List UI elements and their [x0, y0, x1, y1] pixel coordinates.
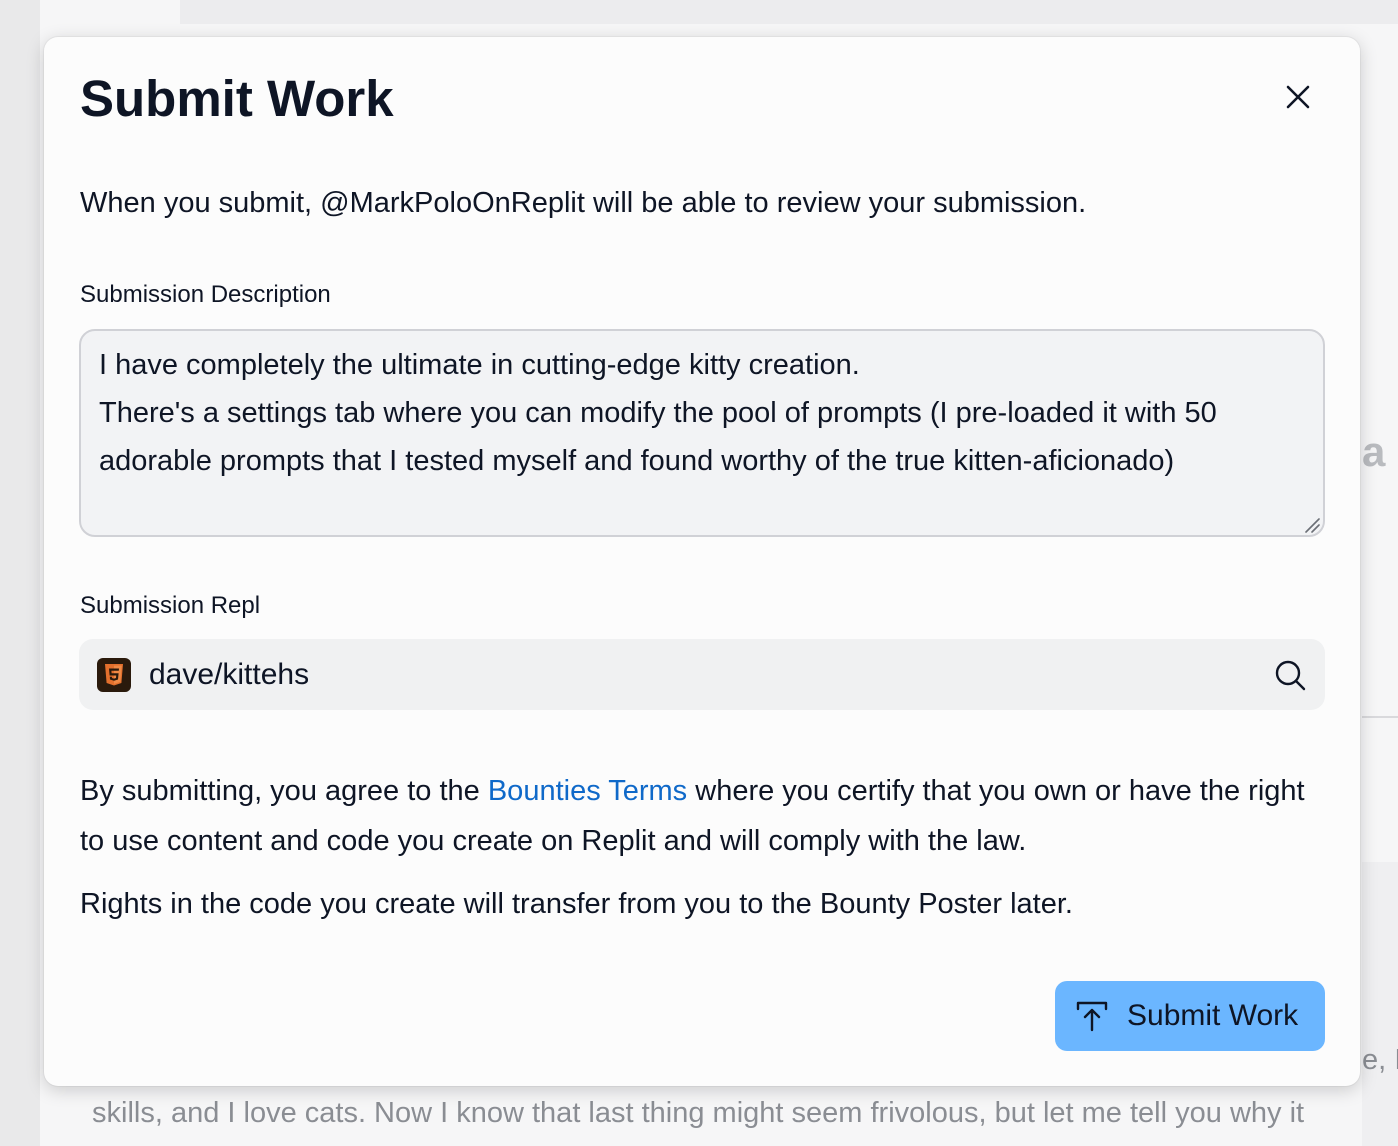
description-label: Submission Description [80, 281, 331, 308]
upload-icon [1076, 1001, 1108, 1032]
repl-value: dave/kittehs [149, 658, 310, 691]
html5-icon [97, 658, 131, 692]
close-button[interactable] [1276, 75, 1320, 119]
search-icon[interactable] [1273, 658, 1307, 692]
bounties-terms-link[interactable]: Bounties Terms [488, 775, 687, 807]
background-body-text: skills, and I love cats. Now I know that… [92, 1097, 1305, 1129]
background-text-fragment: e, I [1362, 1044, 1398, 1076]
terms-prefix: By submitting, you agree to the [80, 775, 488, 807]
submit-work-label: Submit Work [1127, 999, 1299, 1032]
terms-text: By submitting, you agree to the Bounties… [80, 766, 1330, 866]
rights-text: Rights in the code you create will trans… [80, 888, 1073, 920]
background-divider [1362, 716, 1398, 718]
dialog-title: Submit Work [80, 70, 394, 127]
dialog-intro-text: When you submit, @MarkPoloOnReplit will … [80, 187, 1087, 219]
background-heading-fragment: a ( [1362, 428, 1398, 475]
submit-work-dialog: Submit Work When you submit, @MarkPoloOn… [44, 37, 1360, 1086]
resize-handle-icon[interactable] [1304, 517, 1320, 533]
repl-label: Submission Repl [80, 592, 261, 619]
submission-description-input[interactable]: I have completely the ultimate in cuttin… [79, 329, 1325, 537]
submission-repl-selector[interactable]: dave/kittehs [79, 639, 1325, 710]
close-icon [1286, 85, 1310, 109]
submit-work-button[interactable]: Submit Work [1055, 981, 1325, 1051]
background-topbar [180, 0, 1398, 24]
